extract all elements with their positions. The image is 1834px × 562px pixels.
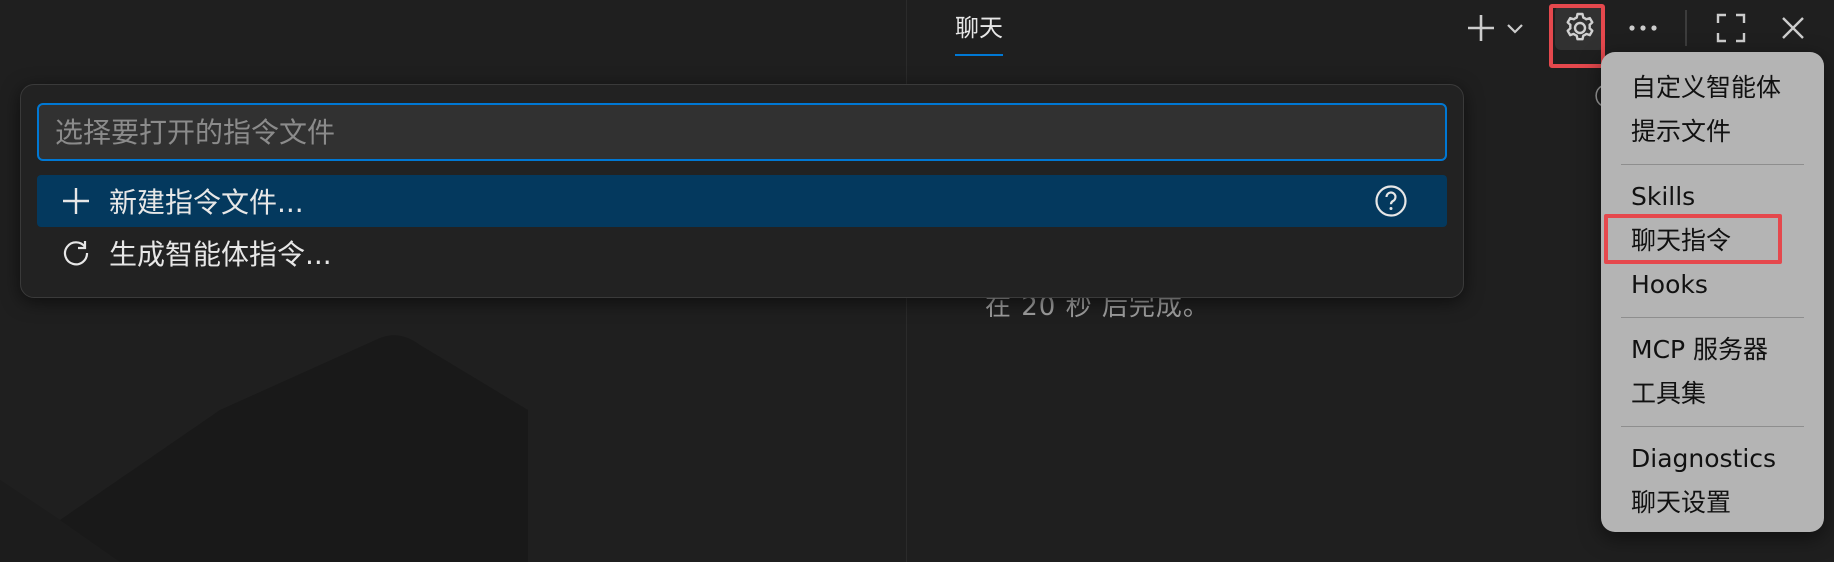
close-icon — [1782, 17, 1804, 39]
quick-pick-item-label: 生成智能体指令... — [109, 238, 332, 271]
menu-separator — [1621, 317, 1804, 318]
menu-item-custom-agents[interactable]: 自定义智能体 — [1601, 66, 1824, 110]
toolbar-separator — [1685, 10, 1687, 46]
quick-pick-input[interactable] — [37, 103, 1447, 161]
tab-active-indicator — [955, 54, 1003, 56]
menu-separator — [1621, 164, 1804, 165]
menu-item-diagnostics[interactable]: Diagnostics — [1601, 437, 1824, 481]
settings-context-menu: 自定义智能体 提示文件 Skills 聊天指令 Hooks MCP 服务器 工具… — [1601, 52, 1824, 532]
new-chat-button[interactable] — [1463, 6, 1499, 50]
tab-chat[interactable]: 聊天 — [955, 10, 1003, 56]
menu-item-toolsets[interactable]: 工具集 — [1601, 372, 1824, 416]
close-panel-button[interactable] — [1769, 6, 1817, 50]
menu-item-mcp-servers[interactable]: MCP 服务器 — [1601, 328, 1824, 372]
menu-item-hooks[interactable]: Hooks — [1601, 263, 1824, 307]
quick-pick-item-generate-instructions[interactable]: 生成智能体指令... — [37, 227, 1447, 279]
menu-item-chat-settings[interactable]: 聊天设置 — [1601, 481, 1824, 525]
quick-pick-item-new-instruction[interactable]: 新建指令文件... — [37, 175, 1447, 227]
maximize-button[interactable] — [1707, 6, 1755, 50]
plus-icon — [61, 183, 97, 219]
menu-item-skills[interactable]: Skills — [1601, 175, 1824, 219]
tab-chat-label: 聊天 — [955, 14, 1003, 42]
more-actions-button[interactable] — [1623, 6, 1663, 50]
question-circle-icon[interactable] — [1373, 183, 1409, 219]
plus-icon — [1468, 15, 1494, 41]
chevron-down-icon — [1507, 24, 1523, 34]
quick-pick-item-label: 新建指令文件... — [109, 186, 304, 219]
menu-highlight-box — [1604, 214, 1782, 264]
refresh-icon — [61, 235, 97, 271]
settings-highlight-box — [1549, 4, 1605, 68]
quick-pick: 新建指令文件... 生成智能体指令... — [20, 84, 1464, 298]
menu-item-prompt-files[interactable]: 提示文件 — [1601, 110, 1824, 154]
ellipsis-icon — [1629, 25, 1657, 31]
new-chat-dropdown-button[interactable] — [1503, 6, 1527, 50]
menu-separator — [1621, 426, 1804, 427]
maximize-icon — [1716, 13, 1746, 43]
